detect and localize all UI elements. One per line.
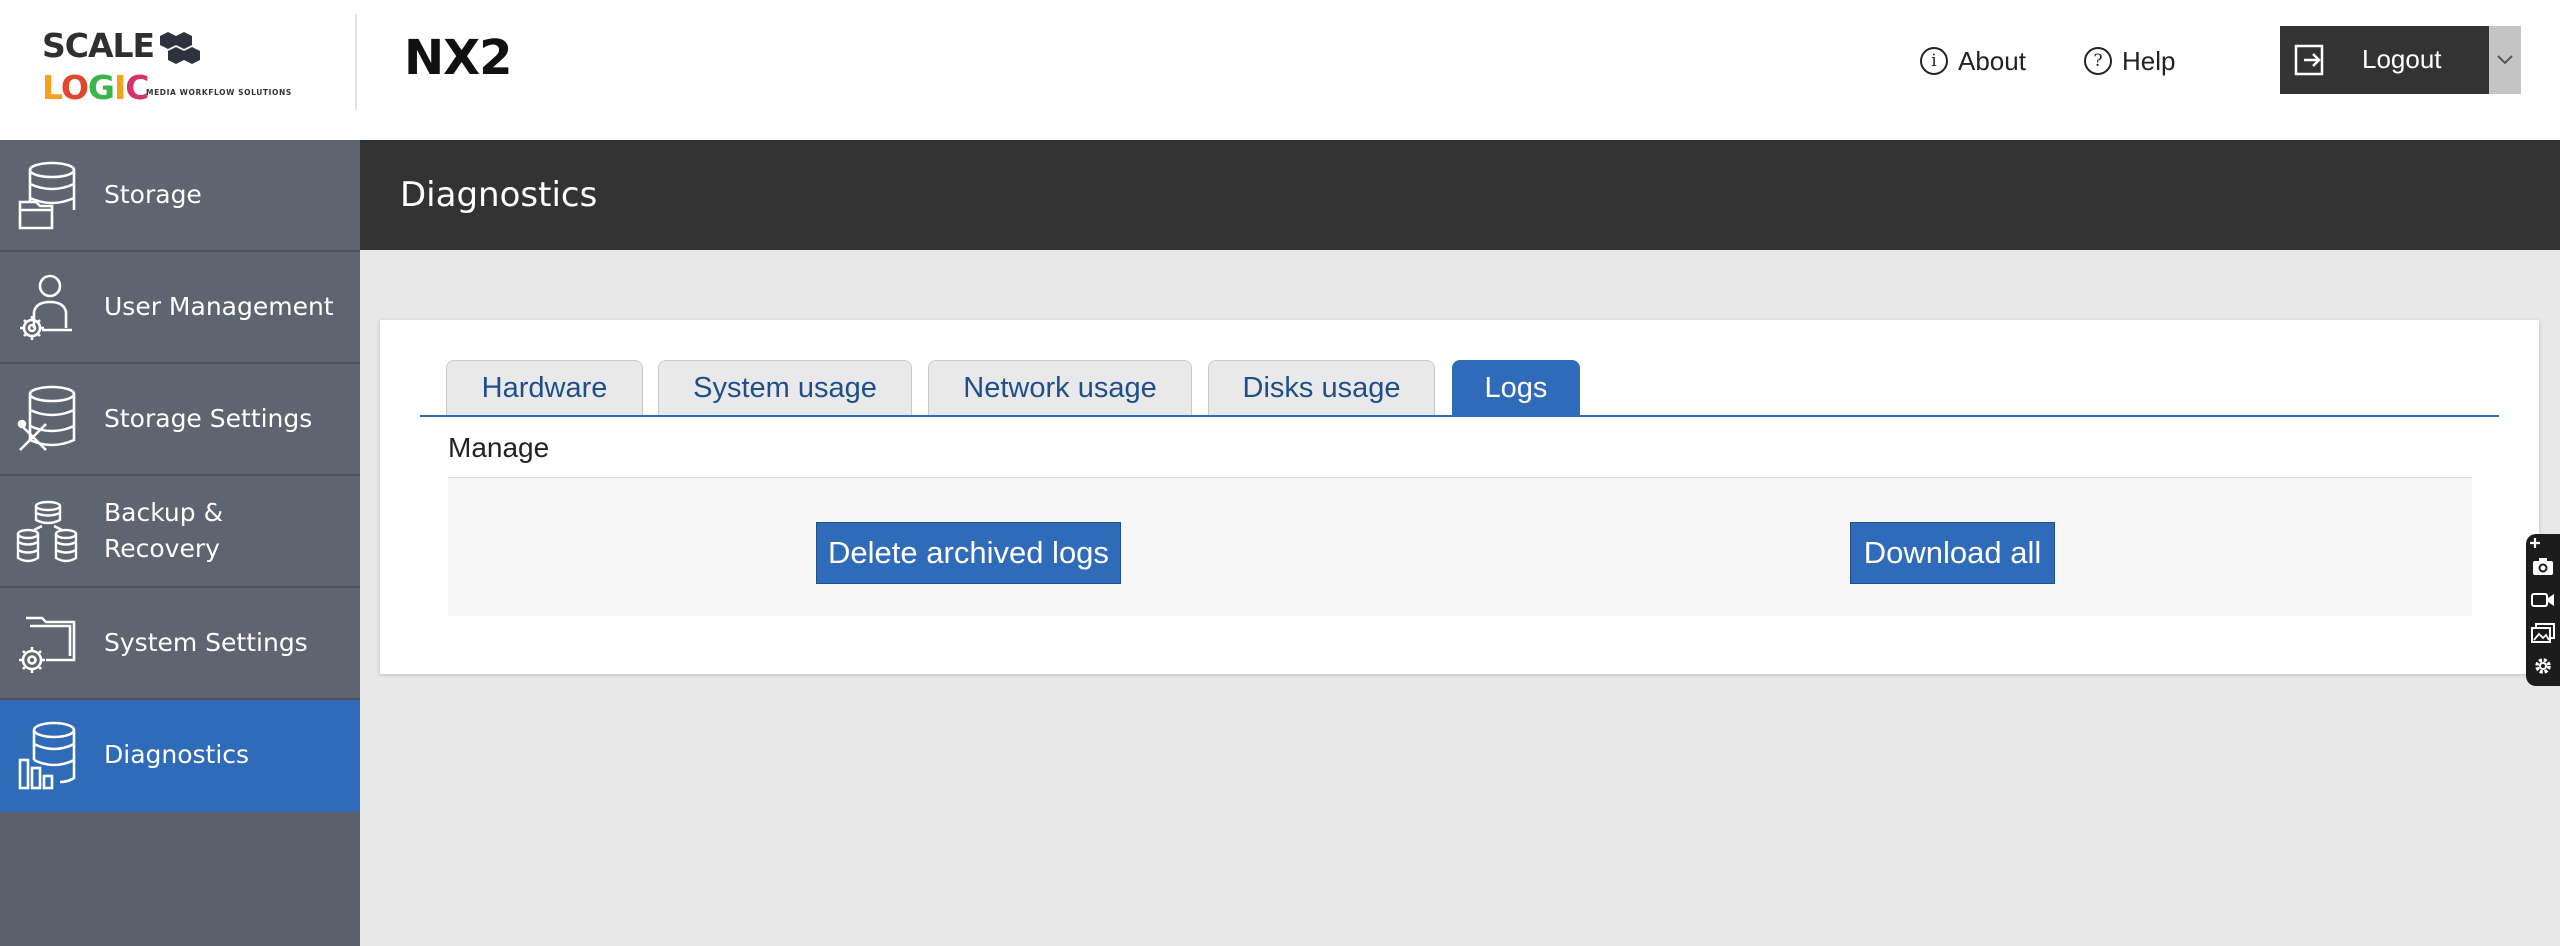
- logout-dropdown-toggle[interactable]: [2489, 26, 2521, 94]
- scale-logic-logo[interactable]: SCALE LOGIC MEDIA WORKFLOW SOLUTIONS: [42, 22, 312, 107]
- question-icon: ?: [2084, 47, 2112, 75]
- page-title-bar: Diagnostics: [360, 140, 2560, 250]
- user-management-icon: [20, 274, 72, 340]
- backup-recovery-icon: [16, 500, 78, 563]
- logo-logic-text: LOGIC: [42, 67, 150, 107]
- sidebar-item-storage[interactable]: Storage: [0, 140, 360, 252]
- sidebar-item-label: System Settings: [104, 628, 308, 657]
- page-title: Diagnostics: [400, 175, 598, 215]
- logo-scale-text: SCALE: [42, 26, 155, 65]
- diagnostics-panel: Hardware System usage Network usage Disk…: [380, 320, 2539, 674]
- logo-tagline: MEDIA WORKFLOW SOLUTIONS: [146, 88, 292, 97]
- sidebar-item-system-settings[interactable]: System Settings: [0, 588, 360, 700]
- sidebar-item-label: Storage: [104, 180, 202, 209]
- storage-settings-icon: [17, 385, 76, 451]
- settings-icon[interactable]: [2530, 654, 2556, 678]
- tab-underline: [420, 415, 2499, 417]
- logout-label: Logout: [2362, 44, 2442, 74]
- sidebar-item-label: Storage Settings: [104, 404, 313, 433]
- sidebar: Storage User Management Storage Settings: [0, 140, 360, 946]
- image-icon[interactable]: [2530, 621, 2556, 645]
- sidebar-item-backup-recovery[interactable]: Backup & Recovery: [0, 476, 360, 588]
- sidebar-item-storage-settings[interactable]: Storage Settings: [0, 364, 360, 476]
- tab-system-usage[interactable]: System usage: [658, 360, 912, 416]
- tab-network-usage[interactable]: Network usage: [928, 360, 1192, 416]
- manage-section: Delete archived logs Download all: [448, 477, 2472, 616]
- tab-hardware[interactable]: Hardware: [446, 360, 643, 416]
- camera-icon[interactable]: [2530, 554, 2556, 578]
- top-header: SCALE LOGIC MEDIA WORKFLOW SOLUTIONS NX2…: [0, 0, 2560, 140]
- download-all-button[interactable]: Download all: [1850, 522, 2055, 584]
- logout-icon: [2294, 44, 2324, 76]
- tab-logs[interactable]: Logs: [1452, 360, 1580, 416]
- sidebar-item-label: User Management: [104, 292, 334, 321]
- video-icon[interactable]: [2530, 588, 2556, 612]
- logout-button[interactable]: Logout: [2280, 26, 2521, 94]
- sidebar-item-label: Backup & Recovery: [104, 498, 224, 563]
- chevron-down-icon: [2497, 55, 2513, 65]
- delete-archived-logs-button[interactable]: Delete archived logs: [816, 522, 1121, 584]
- diagnostics-icon: [18, 721, 76, 790]
- product-name: NX2: [404, 30, 513, 86]
- floating-toolbar: [2526, 534, 2560, 686]
- about-link[interactable]: i About: [1920, 44, 2026, 78]
- sidebar-item-user-management[interactable]: User Management: [0, 252, 360, 364]
- help-label: Help: [2122, 45, 2176, 76]
- header-divider: [355, 14, 357, 110]
- sidebar-item-diagnostics[interactable]: Diagnostics: [0, 700, 360, 812]
- sidebar-item-label: Diagnostics: [104, 740, 250, 769]
- info-icon: i: [1920, 47, 1948, 75]
- plus-icon[interactable]: [2528, 536, 2542, 550]
- logo-hexagon-icon: [160, 31, 201, 64]
- help-link[interactable]: ? Help: [2084, 44, 2175, 78]
- section-title: Manage: [448, 432, 550, 463]
- tab-disks-usage[interactable]: Disks usage: [1208, 360, 1435, 416]
- storage-icon: [18, 161, 76, 230]
- system-settings-icon: [19, 616, 76, 673]
- about-label: About: [1958, 45, 2026, 76]
